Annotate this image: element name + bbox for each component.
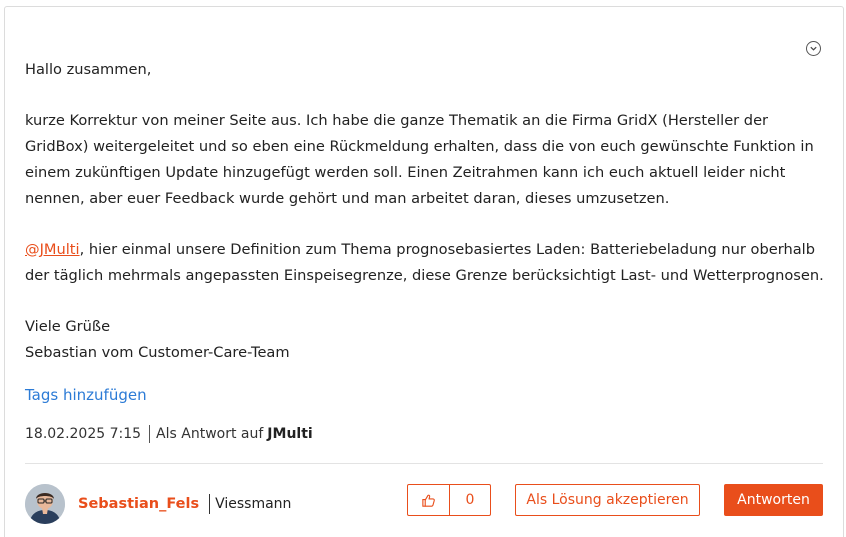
author-name-link[interactable]: Sebastian_Fels: [78, 496, 199, 512]
post-paragraph-1: kurze Korrektur von meiner Seite aus. Ic…: [25, 112, 814, 207]
post-body: Hallo zusammen, kurze Korrektur von mein…: [25, 57, 825, 365]
section-divider: [25, 463, 823, 464]
accept-solution-button[interactable]: Als Lösung akzeptieren: [515, 484, 700, 516]
post-greeting: Hallo zusammen,: [25, 61, 152, 78]
post-paragraph-2-text: , hier einmal unsere Definition zum Them…: [25, 240, 824, 284]
reply-prefix: Als Antwort auf: [156, 426, 264, 442]
add-tags-link[interactable]: Tags hinzufügen: [25, 386, 147, 404]
author-info: Sebastian_Fels Viessmann: [78, 494, 291, 514]
author-company: Viessmann: [215, 496, 292, 512]
reply-to-user-link[interactable]: JMulti: [267, 426, 312, 442]
meta-divider: [149, 425, 151, 443]
user-mention-link[interactable]: @JMulti: [25, 241, 80, 258]
post-paragraph-2: @JMulti, hier einmal unsere Definition z…: [25, 237, 825, 288]
post-options-chevron-icon[interactable]: [806, 41, 821, 56]
kudos-button[interactable]: [408, 485, 450, 515]
author-avatar[interactable]: [25, 484, 65, 524]
post-datetime: 18.02.2025 7:15: [25, 426, 142, 442]
author-divider: [209, 494, 211, 514]
thumbs-up-icon: [422, 494, 435, 507]
reply-button[interactable]: Antworten: [724, 484, 823, 516]
kudos-widget: 0: [407, 484, 491, 516]
post-sign-off: Viele Grüße: [25, 317, 111, 335]
post-signature: Sebastian vom Customer-Care-Team: [25, 343, 290, 361]
kudos-count: 0: [465, 492, 475, 508]
post-meta: 18.02.2025 7:15 Als Antwort auf JMulti: [25, 424, 313, 444]
